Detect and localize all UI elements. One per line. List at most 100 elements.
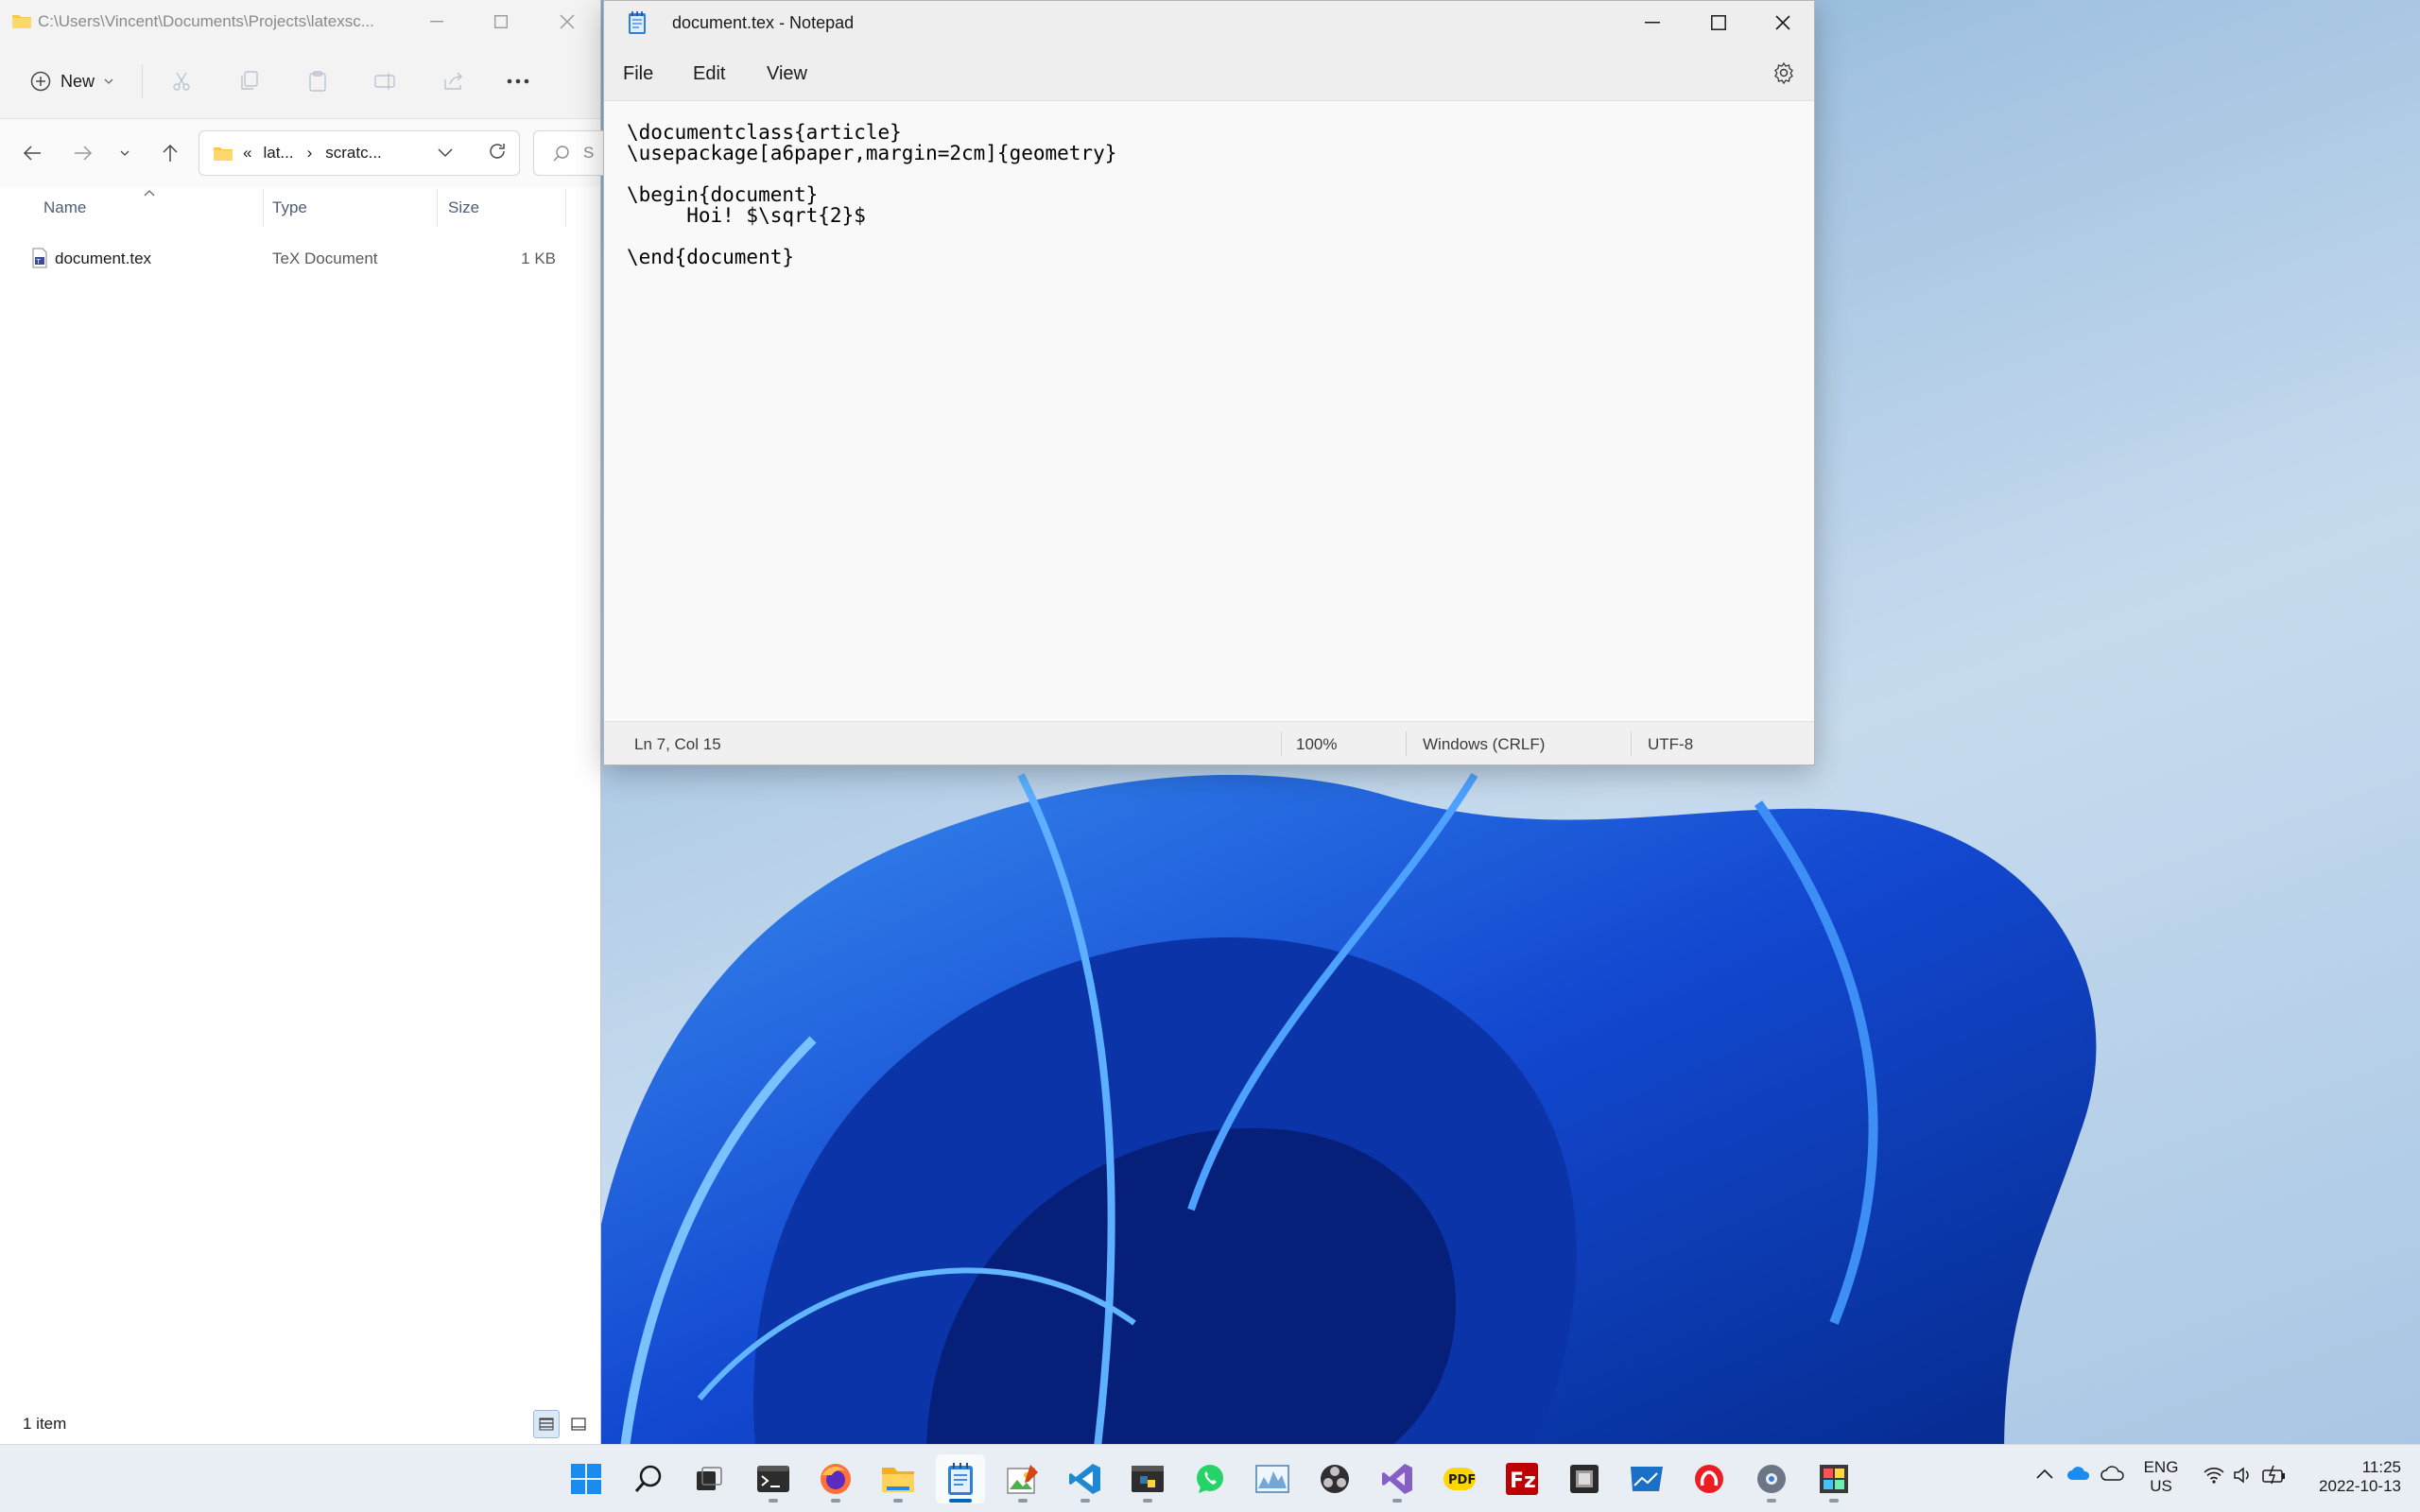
taskbar-chart-app[interactable] xyxy=(1622,1454,1671,1503)
onedrive-personal-icon[interactable] xyxy=(2100,1466,2125,1481)
taskbar-notepad[interactable] xyxy=(936,1454,985,1503)
close-button[interactable] xyxy=(535,0,599,43)
details-view-icon xyxy=(539,1418,554,1431)
battery-icon[interactable] xyxy=(2261,1464,2288,1486)
vm-icon xyxy=(1570,1465,1599,1493)
rename-icon[interactable] xyxy=(369,64,403,98)
explorer-titlebar[interactable]: C:\Users\Vincent\Documents\Projects\late… xyxy=(0,0,600,43)
arrow-up-icon xyxy=(163,144,178,162)
file-explorer-window: C:\Users\Vincent\Documents\Projects\late… xyxy=(0,0,618,1444)
arrow-right-icon xyxy=(75,146,93,161)
search-icon xyxy=(553,146,569,162)
address-dropdown-icon[interactable] xyxy=(438,148,453,158)
taskbar-image-editor[interactable] xyxy=(998,1454,1047,1503)
keyboard-region: US xyxy=(2150,1477,2172,1495)
text-editor[interactable]: \documentclass{article} \usepackage[a6pa… xyxy=(604,101,1814,719)
show-hidden-icons-button[interactable] xyxy=(2036,1469,2053,1479)
cut-icon[interactable] xyxy=(164,64,199,98)
breadcrumb-item[interactable]: scratc... xyxy=(325,144,382,163)
filezilla-icon: Fz xyxy=(1506,1463,1538,1495)
volume-icon[interactable] xyxy=(2233,1466,2254,1485)
details-view-button[interactable] xyxy=(533,1410,560,1438)
column-header-size[interactable]: Size xyxy=(448,198,479,217)
column-header-type[interactable]: Type xyxy=(272,198,307,217)
close-button[interactable] xyxy=(1750,1,1816,44)
folder-icon xyxy=(11,12,32,29)
whatsapp-icon xyxy=(1197,1465,1223,1493)
svg-text:T: T xyxy=(36,258,42,266)
line-ending[interactable]: Windows (CRLF) xyxy=(1423,735,1545,754)
minimize-button[interactable] xyxy=(405,0,469,43)
taskbar-authy[interactable] xyxy=(1685,1454,1734,1503)
address-bar[interactable]: « lat... › scratc... xyxy=(199,130,520,176)
taskbar-vscode[interactable] xyxy=(1061,1454,1110,1503)
item-count: 1 item xyxy=(23,1415,67,1433)
taskbar-whatsapp[interactable] xyxy=(1185,1454,1235,1503)
menu-file[interactable]: File xyxy=(623,63,653,85)
wallpaper-bloom xyxy=(583,772,2097,1444)
menu-edit[interactable]: Edit xyxy=(693,63,725,85)
notepad-titlebar[interactable]: document.tex - Notepad xyxy=(604,1,1814,44)
taskbar: PDF Fz ENG US 11:25 2022-10-13 xyxy=(0,1444,2420,1512)
authy-icon xyxy=(1695,1465,1723,1493)
explorer-toolbar: New xyxy=(0,43,600,119)
task-view-icon xyxy=(697,1467,722,1490)
plus-circle-icon xyxy=(30,71,51,92)
forward-button[interactable] xyxy=(66,136,100,170)
taskbar-obs[interactable] xyxy=(1310,1454,1359,1503)
wifi-icon[interactable] xyxy=(2203,1466,2225,1485)
search-placeholder: S xyxy=(583,144,595,162)
refresh-button[interactable] xyxy=(480,134,514,168)
maximize-button[interactable] xyxy=(469,0,533,43)
start-button[interactable] xyxy=(562,1454,611,1503)
minimize-button[interactable] xyxy=(1619,1,1685,44)
menu-view[interactable]: View xyxy=(767,63,807,85)
pdf-icon: PDF xyxy=(1443,1468,1476,1490)
taskbar-file-explorer[interactable] xyxy=(873,1454,923,1503)
taskbar-resource-monitor[interactable] xyxy=(1248,1454,1297,1503)
more-options-icon[interactable] xyxy=(501,64,535,98)
column-header-name[interactable]: Name xyxy=(43,198,86,217)
paste-icon[interactable] xyxy=(301,64,335,98)
taskbar-firefox[interactable] xyxy=(811,1454,860,1503)
taskbar-vm[interactable] xyxy=(1560,1454,1609,1503)
taskbar-settings[interactable] xyxy=(1747,1454,1796,1503)
new-button[interactable]: New xyxy=(21,59,127,104)
breadcrumb-separator: › xyxy=(306,144,313,162)
tiles-view-button[interactable] xyxy=(565,1410,592,1438)
python-icon xyxy=(1132,1466,1164,1492)
clock[interactable]: 11:25 2022-10-13 xyxy=(2303,1458,2401,1496)
clock-time: 11:25 xyxy=(2361,1458,2401,1476)
task-view-button[interactable] xyxy=(684,1454,734,1503)
encoding[interactable]: UTF-8 xyxy=(1648,735,1693,754)
notepad-icon xyxy=(627,10,648,35)
settings-icon xyxy=(1757,1465,1786,1493)
recent-locations-button[interactable] xyxy=(108,136,142,170)
taskbar-terminal[interactable] xyxy=(749,1454,798,1503)
explorer-navbar: « lat... › scratc... S xyxy=(0,119,618,187)
taskbar-filezilla[interactable]: Fz xyxy=(1497,1454,1547,1503)
file-row[interactable]: T document.tex TeX Document 1 KB xyxy=(28,244,577,276)
share-icon[interactable] xyxy=(437,64,471,98)
zoom-level[interactable]: 100% xyxy=(1296,735,1337,754)
image-editor-icon xyxy=(1007,1465,1038,1494)
chevron-down-icon xyxy=(120,150,130,156)
file-explorer-icon xyxy=(882,1468,914,1492)
search-button[interactable] xyxy=(624,1454,673,1503)
breadcrumb-item[interactable]: lat... xyxy=(263,144,293,163)
maximize-button[interactable] xyxy=(1685,1,1752,44)
cursor-position: Ln 7, Col 15 xyxy=(634,735,721,753)
onedrive-icon[interactable] xyxy=(2066,1466,2091,1481)
taskbar-visual-studio[interactable] xyxy=(1373,1454,1422,1503)
new-button-label: New xyxy=(60,71,95,91)
taskbar-python[interactable] xyxy=(1123,1454,1172,1503)
copy-icon[interactable] xyxy=(233,64,267,98)
breadcrumb-overflow[interactable]: « xyxy=(243,144,251,163)
back-button[interactable] xyxy=(15,136,49,170)
taskbar-paint[interactable] xyxy=(1809,1454,1858,1503)
language-indicator[interactable]: ENG US xyxy=(2142,1458,2180,1496)
settings-icon[interactable] xyxy=(1772,61,1795,84)
file-name: document.tex xyxy=(55,249,152,267)
taskbar-pdf-reader[interactable]: PDF xyxy=(1435,1454,1484,1503)
up-button[interactable] xyxy=(153,136,187,170)
